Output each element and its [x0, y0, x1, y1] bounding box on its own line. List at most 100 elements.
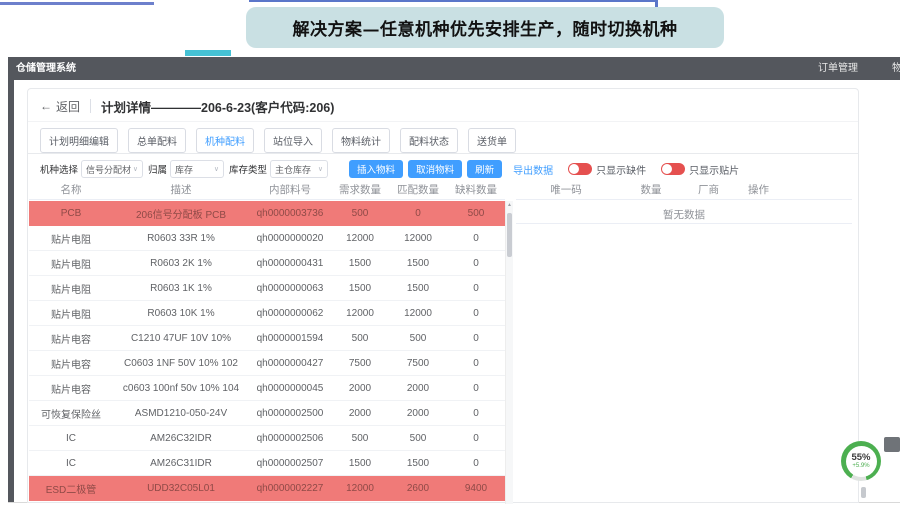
table-cell: 12000 [331, 308, 389, 319]
column-header: 厂商 [686, 182, 731, 197]
select-field: 机种选择信号分配材∨ [40, 160, 143, 178]
table-row[interactable]: 贴片电阻R0603 33R 1%qh000000002012000120000 [29, 226, 505, 251]
table-cell: 贴片电阻 [29, 231, 113, 246]
table-cell: 贴片电阻 [29, 306, 113, 321]
table-cell: 500 [331, 433, 389, 444]
table-row[interactable]: 贴片电阻R0603 2K 1%qh0000000431150015000 [29, 251, 505, 276]
table-row[interactable]: 贴片电阻R0603 10K 1%qh000000006212000120000 [29, 301, 505, 326]
table-cell: c0603 100nf 50v 10% 104 [113, 383, 249, 394]
progress-ring: 55% +5.9% [841, 441, 881, 481]
table-cell: ESD二极管 [29, 481, 113, 496]
tab[interactable]: 送货单 [468, 128, 516, 153]
table-cell: 500 [331, 333, 389, 344]
page-scrollbar-thumb[interactable] [861, 487, 866, 498]
table-cell: 0 [447, 408, 505, 419]
decor-cyan-bar [185, 50, 231, 56]
select[interactable]: 库存∨ [170, 160, 224, 178]
select-field: 库存类型主仓库存∨ [229, 160, 328, 178]
table-cell: 0 [447, 283, 505, 294]
table-cell: 0 [447, 233, 505, 244]
column-header: 名称 [29, 182, 113, 197]
table-cell: 1500 [389, 283, 447, 294]
scroll-up-icon[interactable]: ▲ [506, 202, 513, 208]
toolbar-button[interactable]: 取消物料 [408, 160, 462, 178]
toolbar-button[interactable]: 刷新 [467, 160, 502, 178]
toggle-switch[interactable] [568, 163, 592, 175]
table-cell: AM26C31IDR [113, 458, 249, 469]
table-cell: 500 [331, 208, 389, 219]
table-row[interactable]: ESD二极管UDD32C05L01qh000000222712000260094… [29, 476, 505, 501]
table-cell: 0 [389, 208, 447, 219]
select-label: 机种选择 [40, 162, 78, 176]
back-arrow-icon[interactable]: ← [40, 99, 52, 113]
select-value: 信号分配材 [86, 163, 131, 176]
table-scrollbar[interactable]: ▲ [505, 201, 513, 504]
divider [28, 121, 858, 122]
table-row[interactable]: 贴片电容C0603 1NF 50V 10% 102qh0000000427750… [29, 351, 505, 376]
table-cell: R0603 2K 1% [113, 258, 249, 269]
app-window: 仓储管理系统 订单管理物料管理 ← 返回 计划详情————206-6-23(客户… [8, 57, 900, 503]
tab[interactable]: 站位导入 [264, 128, 322, 153]
toolbar-button[interactable]: 插入物料 [349, 160, 403, 178]
toggle-switch[interactable] [661, 163, 685, 175]
chevron-down-icon: ∨ [133, 165, 138, 173]
column-header: 操作 [731, 182, 786, 197]
table-cell: qh0000000062 [249, 308, 331, 319]
table-cell: qh0000002506 [249, 433, 331, 444]
scrollbar-thumb[interactable] [507, 213, 512, 257]
table-cell: 贴片电容 [29, 381, 113, 396]
table-cell: 1500 [331, 283, 389, 294]
table-row[interactable]: ICAM26C31IDRqh0000002507150015000 [29, 451, 505, 476]
table-row[interactable]: ICAM26C32IDRqh00000025065005000 [29, 426, 505, 451]
table-cell: 2000 [389, 408, 447, 419]
column-header: 唯一码 [516, 182, 616, 197]
table-cell: qh0000000020 [249, 233, 331, 244]
back-row: ← 返回 计划详情————206-6-23(客户代码:206) [40, 96, 334, 116]
tab[interactable]: 配料状态 [400, 128, 458, 153]
back-button[interactable]: 返回 [56, 98, 80, 115]
slide: 解决方案—任意机种优先安排生产，随时切换机种 仓储管理系统 订单管理物料管理 ←… [0, 0, 900, 529]
tabs: 计划明细编辑总单配料机种配料站位导入物料统计配料状态送货单 [40, 128, 516, 153]
table-cell: 0 [447, 258, 505, 269]
tab[interactable]: 计划明细编辑 [40, 128, 118, 153]
table-cell: AM26C32IDR [113, 433, 249, 444]
table-cell: qh0000000427 [249, 358, 331, 369]
switch-knob [662, 164, 672, 174]
banner-text: 解决方案—任意机种优先安排生产，随时切换机种 [293, 15, 678, 40]
table-cell: 500 [389, 333, 447, 344]
table-cell: 9400 [447, 483, 505, 494]
table-row[interactable]: 贴片电容c0603 100nf 50v 10% 104qh00000000452… [29, 376, 505, 401]
divider [90, 99, 91, 113]
table-cell: 0 [447, 358, 505, 369]
table-cell: 12000 [331, 483, 389, 494]
topbar-nav-item[interactable]: 订单管理 [818, 57, 858, 80]
topbar-nav-item[interactable]: 物料管理 [892, 57, 900, 80]
table-cell: PCB [29, 208, 113, 219]
tab[interactable]: 总单配料 [128, 128, 186, 153]
tab[interactable]: 物料统计 [332, 128, 390, 153]
corner-widget[interactable] [884, 437, 900, 452]
table-cell: 0 [447, 458, 505, 469]
toggle-field: 只显示缺件 [568, 162, 646, 177]
select[interactable]: 信号分配材∨ [81, 160, 143, 178]
table-cell: R0603 33R 1% [113, 233, 249, 244]
table-row[interactable]: PCB206信号分配板 PCBqh00000037365000500 [29, 201, 505, 226]
tab[interactable]: 机种配料 [196, 128, 254, 153]
toolbar: 机种选择信号分配材∨ 归属库存∨ 库存类型主仓库存∨ 插入物料取消物料刷新导出数据只显… [40, 159, 852, 179]
select[interactable]: 主仓库存∨ [270, 160, 328, 178]
table-cell: C1210 47UF 10V 10% [113, 333, 249, 344]
window-topbar: 仓储管理系统 订单管理物料管理 [8, 57, 900, 80]
decor-frame-top [249, 0, 657, 2]
left-table-headers: 名称描述内部料号需求数量匹配数量缺料数量 [29, 179, 505, 199]
table-row[interactable]: 贴片电阻R0603 1K 1%qh0000000063150015000 [29, 276, 505, 301]
progress-inner: 55% +5.9% [846, 446, 877, 477]
export-data-button[interactable]: 导出数据 [513, 162, 553, 177]
table-row[interactable]: 可恢复保险丝ASMD1210-050-24Vqh0000002500200020… [29, 401, 505, 426]
table-cell: 0 [447, 333, 505, 344]
select-label: 归属 [148, 162, 167, 176]
table-cell: 0 [447, 383, 505, 394]
table-cell: 500 [447, 208, 505, 219]
table-row[interactable]: 贴片电容C1210 47UF 10V 10%qh0000001594500500… [29, 326, 505, 351]
table-cell: 2000 [389, 383, 447, 394]
page-title: 计划详情————206-6-23(客户代码:206) [101, 97, 334, 116]
